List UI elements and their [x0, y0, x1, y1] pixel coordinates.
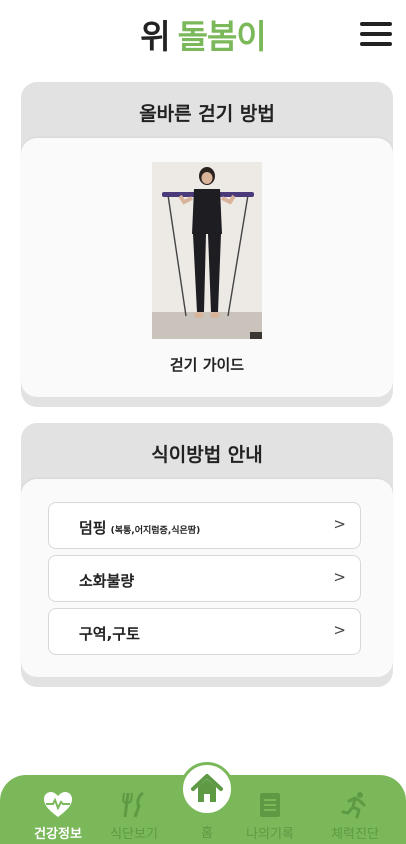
nav-my-record[interactable]: 나의기록 — [233, 791, 307, 842]
running-icon — [318, 791, 392, 821]
logo-part2: 돌봄이 — [177, 17, 267, 56]
diet-item-label: 덤핑 — [79, 519, 107, 537]
diet-item-label: 구역,구토 — [79, 625, 140, 643]
walking-guide-card: 올바른 걷기 방법 걷기 가이드 — [21, 82, 393, 407]
chevron-right-icon: > — [333, 621, 346, 639]
chevron-right-icon: > — [333, 515, 346, 533]
nav-home-button[interactable] — [180, 762, 234, 816]
diet-card-title: 식이방법 안내 — [151, 444, 263, 466]
diet-item-label: 소화불량 — [79, 572, 135, 590]
nav-label: 건강정보 — [34, 827, 82, 842]
walking-card-title: 올바른 걷기 방법 — [139, 103, 275, 125]
diet-item-sublabel: (복통,어지럼증,식은땀) — [110, 526, 201, 536]
notebook-icon — [233, 791, 307, 821]
diet-item-indigestion[interactable]: 소화불량 > — [48, 555, 361, 602]
app-header: 위 돌봄이 — [0, 0, 406, 68]
heart-pulse-icon — [21, 791, 95, 821]
chevron-right-icon: > — [333, 568, 346, 586]
walking-card-body: 걷기 가이드 — [21, 138, 393, 397]
diet-guide-card: 식이방법 안내 덤핑 (복통,어지럼증,식은땀) > 소화불량 > 구역,구토 > — [21, 423, 393, 687]
nav-label: 체력진단 — [331, 827, 379, 842]
nav-label: 나의기록 — [246, 827, 294, 842]
diet-card-body: 덤핑 (복통,어지럼증,식은땀) > 소화불량 > 구역,구토 > — [21, 479, 393, 677]
app-logo[interactable]: 위 돌봄이 — [0, 10, 406, 58]
nav-label: 식단보기 — [110, 827, 158, 842]
home-icon — [191, 774, 223, 802]
utensils-icon — [97, 791, 171, 821]
walking-guide-caption[interactable]: 걷기 가이드 — [21, 354, 393, 375]
nav-meal[interactable]: 식단보기 — [97, 791, 171, 842]
diet-item-nausea[interactable]: 구역,구토 > — [48, 608, 361, 655]
nav-health-info[interactable]: 건강정보 — [21, 791, 95, 842]
nav-fitness-check[interactable]: 체력진단 — [318, 791, 392, 842]
nav-label-home[interactable]: 홈 — [180, 822, 234, 841]
hamburger-icon[interactable] — [360, 22, 394, 48]
diet-item-dumping[interactable]: 덤핑 (복통,어지럼증,식은땀) > — [48, 502, 361, 549]
walking-guide-photo[interactable] — [152, 162, 262, 339]
logo-part1: 위 — [140, 17, 170, 56]
